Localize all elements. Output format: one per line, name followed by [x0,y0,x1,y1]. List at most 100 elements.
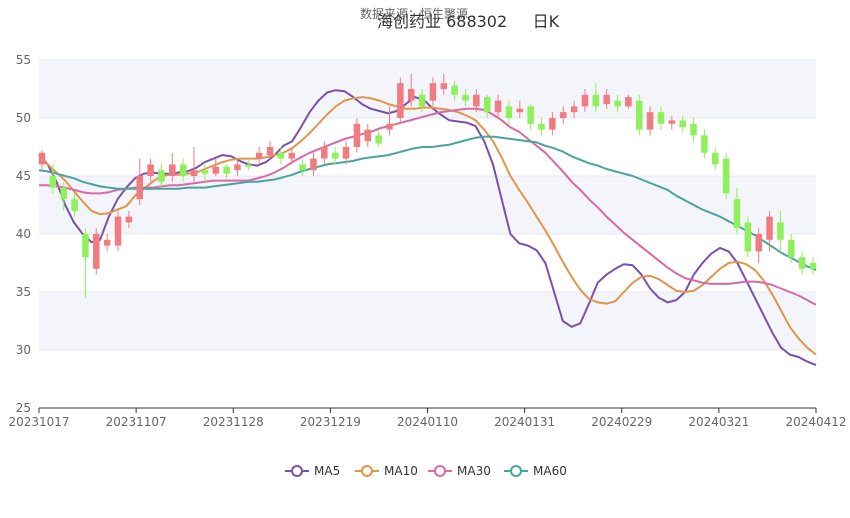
grid-band [39,292,816,350]
legend-marker-icon [285,464,309,478]
x-tick-label: 20240110 [397,415,458,429]
y-tick-label: 35 [16,285,31,299]
candle-body [614,100,621,107]
candle-body [657,112,665,124]
x-tick-label: 20240131 [494,415,555,429]
candle-body [245,164,252,167]
candle-body [71,199,78,211]
candlestick-chart: 25 30 35 40 45 50 55 20231017 20231107 20231128 20… [8,53,846,429]
x-tick-label: 20240321 [688,415,749,429]
legend-marker-icon [355,464,379,478]
y-tick-label: 50 [16,111,31,125]
candle-body [353,123,361,147]
legend-marker-icon [428,464,452,478]
candle-body [310,158,317,171]
candle-body [788,239,795,258]
candle-body [234,164,241,171]
candle-body [483,97,491,113]
candle-body [147,164,154,176]
candle-body [82,234,89,258]
grid-band [39,234,816,292]
x-tick-label: 20231017 [8,415,69,429]
candle-body [342,147,350,159]
candle-body [223,166,230,174]
grid-band [39,350,816,408]
legend-marker-icon [504,464,528,478]
y-tick-label: 45 [16,169,31,183]
candle-body [701,135,708,153]
candle-body [125,216,133,223]
candle-body [744,222,752,252]
legend-label: MA30 [457,464,491,478]
candle-body [179,164,187,176]
candle-body [809,263,817,269]
candle-body [527,106,534,124]
candle-body [625,97,632,107]
y-tick-label: 25 [16,401,31,415]
y-tick-label: 40 [16,227,31,241]
candle-body [169,164,176,176]
candle-body [766,216,773,240]
candle-body [299,164,306,171]
candle-body [712,152,719,165]
candle-body [755,234,762,252]
candle-body [255,152,263,159]
candle-body [277,152,285,159]
x-tick-label: 20231107 [106,415,167,429]
candle-body [592,94,600,107]
candle-body [505,106,513,118]
legend-label: MA10 [384,464,418,478]
x-tick-label: 20231128 [203,415,264,429]
candle-body [635,100,643,130]
legend-label: MA5 [314,464,341,478]
candle-body [407,89,415,101]
candle-body [418,94,426,107]
candle-body [331,152,339,159]
candle-body [321,147,328,159]
grid-band [39,60,816,118]
candle-body [38,152,46,165]
candle-body [114,216,122,246]
candle-body [559,112,567,118]
candle-body [93,234,100,269]
candle-body [440,83,448,89]
candle-body [722,158,730,194]
candle-body [581,94,589,107]
legend-item-ma60[interactable]: MA60 [504,462,567,480]
candle-body [190,170,198,176]
candle-body [462,94,469,101]
candle-body [386,123,393,130]
candle-body [266,147,274,156]
y-tick-label: 55 [16,53,31,67]
candle-body [690,123,697,136]
candle-body [668,120,676,124]
legend-item-ma5[interactable]: MA5 [285,462,340,480]
candle-body [49,176,57,188]
candle-body [733,199,741,229]
candle-body [473,94,480,107]
candle-body [798,257,806,269]
x-tick-label: 20240229 [591,415,652,429]
candle-body [549,118,556,130]
candle-body [201,170,209,174]
legend-label: MA60 [533,464,567,478]
candle-body [103,239,111,246]
candle-body [136,176,143,200]
legend-item-ma10[interactable]: MA10 [355,462,418,480]
candle-body [158,170,165,182]
candle-body [60,187,67,200]
legend-item-ma30[interactable]: MA30 [428,462,491,480]
candle-body [364,129,372,142]
candle-body [375,135,382,144]
candle-body [603,94,610,105]
candle-body [646,112,654,130]
candle-body [494,100,502,113]
candle-body [451,85,458,95]
candle-body [538,123,545,130]
y-tick-label: 30 [16,343,31,357]
candle-body [679,120,686,128]
x-tick-label: 20240412 [785,415,846,429]
candle-body [516,108,524,113]
candle-body [777,222,784,240]
x-tick-label: 20231219 [300,415,361,429]
